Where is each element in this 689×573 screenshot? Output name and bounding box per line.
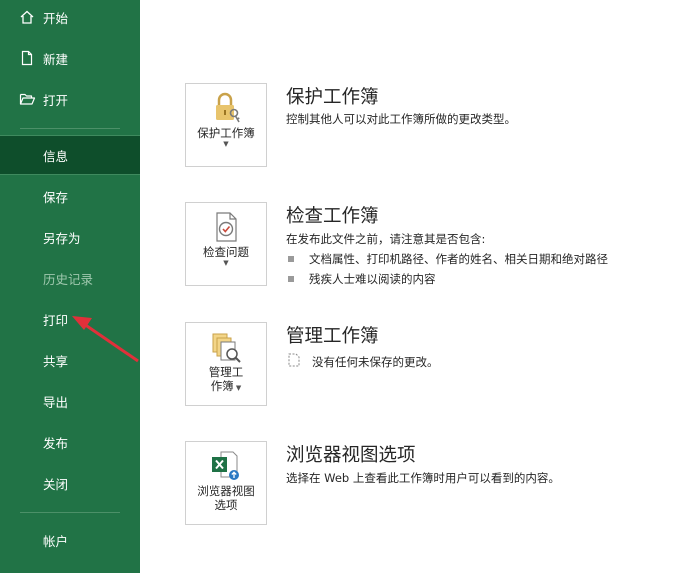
nav-publish[interactable]: 发布 bbox=[0, 422, 140, 462]
browser-view-label-line2: 选项 bbox=[214, 498, 238, 512]
browser-view-desc: 选择在 Web 上查看此工作簿时用户可以看到的内容。 bbox=[286, 471, 560, 485]
protect-workbook-button[interactable]: 保护工作簿 ▼ bbox=[185, 83, 267, 167]
check-for-issues-button[interactable]: 检查问题 ▼ bbox=[185, 202, 267, 286]
nav-history-label: 历史记录 bbox=[43, 271, 94, 287]
home-icon bbox=[19, 9, 41, 25]
chevron-down-icon: ▼ bbox=[223, 259, 229, 267]
list-item: 残疾人士难以阅读的内容 bbox=[288, 271, 436, 287]
inspect-document-icon bbox=[211, 210, 241, 244]
manage-workbook-title: 管理工作簿 bbox=[286, 326, 379, 347]
sidebar-divider bbox=[20, 512, 120, 513]
nav-print-label: 打印 bbox=[43, 312, 69, 328]
sidebar-divider bbox=[20, 128, 120, 129]
nav-close-label: 关闭 bbox=[43, 476, 69, 492]
lock-key-icon bbox=[209, 91, 243, 125]
manage-workbook-desc-row: 没有任何未保存的更改。 bbox=[288, 353, 439, 370]
nav-export[interactable]: 导出 bbox=[0, 381, 140, 421]
nav-home-label: 开始 bbox=[43, 10, 69, 26]
inspect-workbook-title: 检查工作簿 bbox=[286, 206, 379, 227]
browser-view-label-line1: 浏览器视图 bbox=[197, 484, 255, 498]
nav-history: 历史记录 bbox=[0, 258, 140, 298]
nav-share[interactable]: 共享 bbox=[0, 340, 140, 380]
list-item: 文档属性、打印机路径、作者的姓名、相关日期和绝对路径 bbox=[288, 251, 608, 267]
nav-publish-label: 发布 bbox=[43, 435, 69, 451]
nav-open[interactable]: 打开 bbox=[0, 79, 140, 119]
backstage-sidebar: 开始 新建 打开 信息 保存 另存为 历史记录 打印 共享 导出 发布 关闭 帐… bbox=[0, 0, 140, 573]
new-document-icon bbox=[19, 50, 41, 66]
nav-save-as-label: 另存为 bbox=[43, 230, 81, 246]
nav-info[interactable]: 信息 bbox=[0, 135, 140, 175]
nav-new[interactable]: 新建 bbox=[0, 38, 140, 78]
inspect-bullet-text: 文档属性、打印机路径、作者的姓名、相关日期和绝对路径 bbox=[309, 252, 608, 266]
nav-account[interactable]: 帐户 bbox=[0, 520, 140, 560]
nav-save-as[interactable]: 另存为 bbox=[0, 217, 140, 257]
inspect-bullet-text: 残疾人士难以阅读的内容 bbox=[309, 272, 436, 286]
chevron-down-icon: ▼ bbox=[223, 140, 229, 148]
nav-export-label: 导出 bbox=[43, 394, 69, 410]
manage-workbook-label-line1: 管理工 bbox=[208, 365, 244, 379]
manage-workbook-label-line2-text: 作簿 bbox=[210, 379, 234, 393]
bullet-icon bbox=[288, 256, 294, 262]
bullet-icon bbox=[288, 276, 294, 282]
nav-save[interactable]: 保存 bbox=[0, 176, 140, 216]
nav-open-label: 打开 bbox=[43, 92, 69, 108]
excel-web-icon bbox=[209, 449, 243, 483]
nav-home[interactable]: 开始 bbox=[0, 0, 140, 37]
nav-share-label: 共享 bbox=[43, 353, 69, 369]
check-for-issues-label: 检查问题 bbox=[203, 245, 249, 259]
protect-workbook-label: 保护工作簿 bbox=[197, 126, 255, 140]
manage-workbook-button[interactable]: 管理工 作簿 ▼ bbox=[185, 322, 267, 406]
document-dashed-icon bbox=[288, 353, 300, 370]
nav-account-label: 帐户 bbox=[43, 533, 69, 549]
chevron-down-icon: ▼ bbox=[233, 384, 242, 392]
nav-print[interactable]: 打印 bbox=[0, 299, 140, 339]
open-folder-icon bbox=[19, 91, 41, 107]
manage-workbook-label-line2: 作簿 ▼ bbox=[211, 379, 242, 395]
browser-view-title: 浏览器视图选项 bbox=[286, 445, 416, 466]
manage-workbook-desc: 没有任何未保存的更改。 bbox=[312, 354, 439, 369]
inspect-workbook-desc: 在发布此文件之前，请注意其是否包含: bbox=[286, 232, 486, 246]
browser-view-options-button[interactable]: 浏览器视图 选项 bbox=[185, 441, 267, 525]
protect-workbook-title: 保护工作簿 bbox=[286, 87, 379, 108]
nav-save-label: 保存 bbox=[43, 189, 69, 205]
nav-info-label: 信息 bbox=[43, 148, 69, 164]
protect-workbook-desc: 控制其他人可以对此工作簿所做的更改类型。 bbox=[286, 112, 516, 126]
nav-new-label: 新建 bbox=[43, 51, 69, 67]
manage-versions-icon bbox=[209, 330, 243, 364]
nav-close[interactable]: 关闭 bbox=[0, 463, 140, 503]
